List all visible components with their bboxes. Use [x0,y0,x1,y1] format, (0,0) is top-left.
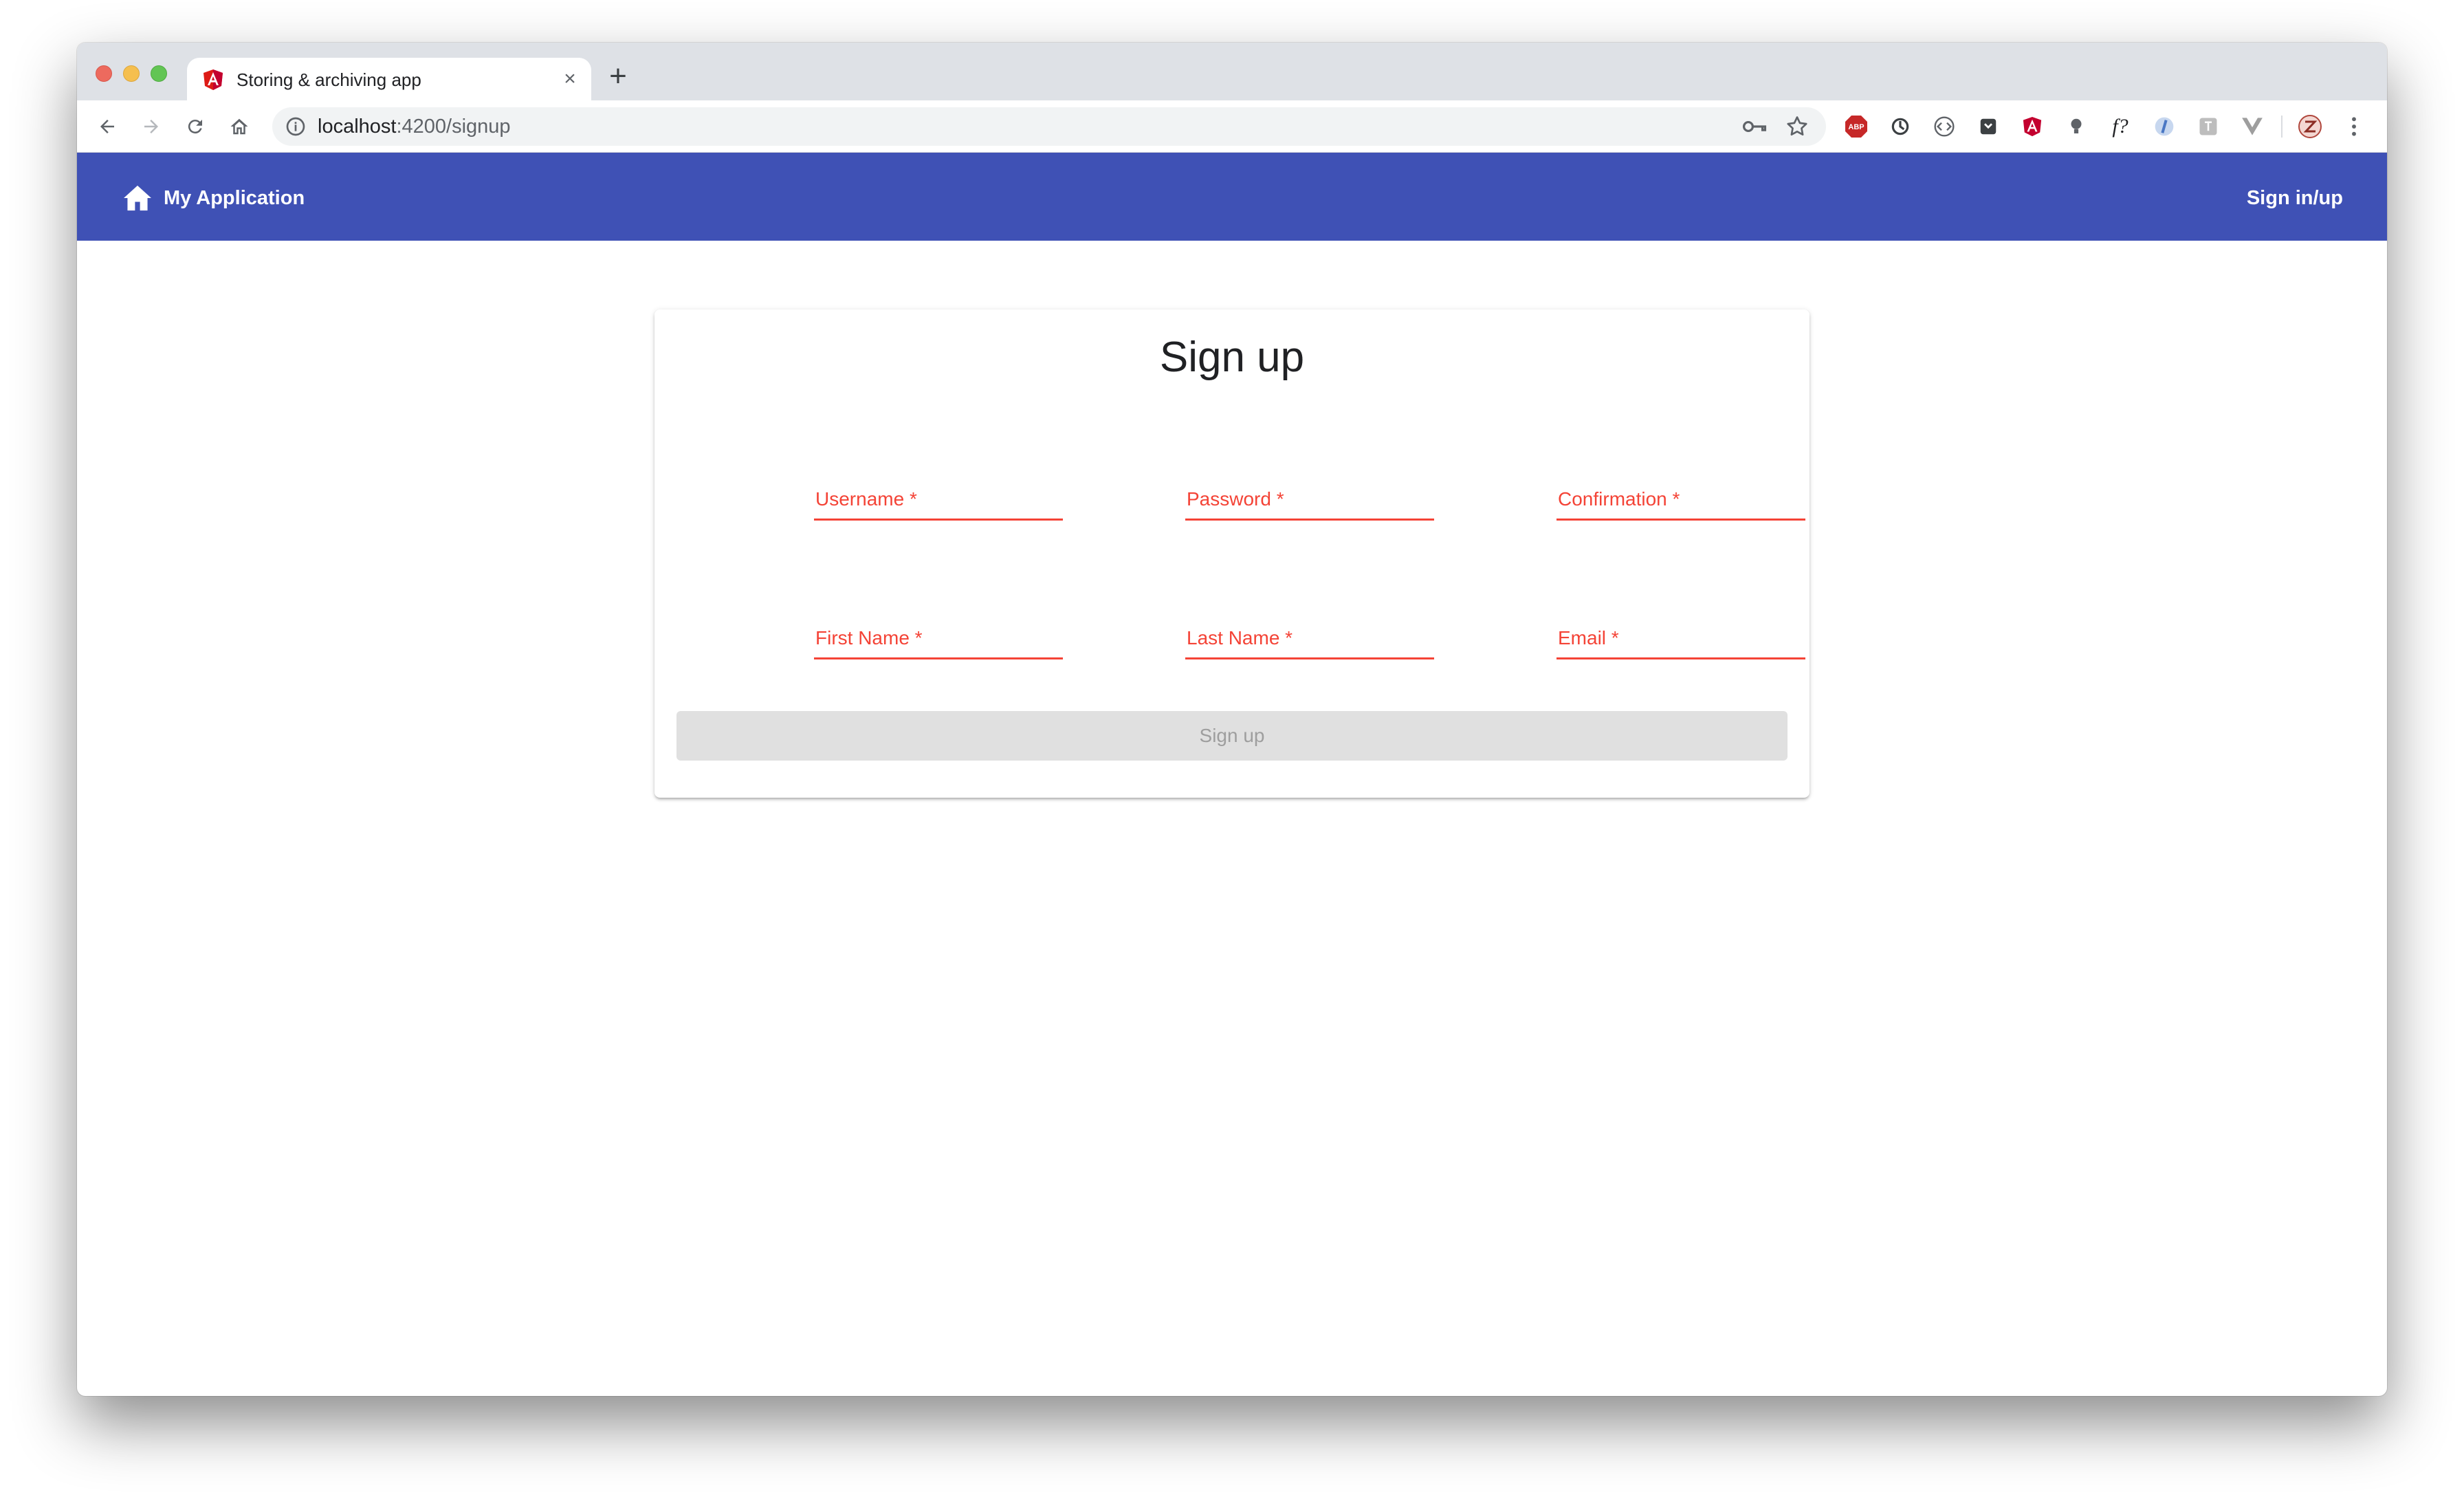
confirmation-underline [1556,519,1805,521]
lightbulb-extension-icon[interactable] [2064,114,2089,139]
url-host: localhost [318,116,397,138]
back-arrow-icon [100,120,114,133]
new-tab-button[interactable]: + [601,59,635,94]
translate-icon [2199,118,2217,135]
first-name-underline [814,657,1063,659]
last-name-field[interactable]: Last Name * [1185,626,1434,667]
lightbulb-icon [2071,118,2082,133]
browser-tab[interactable]: Storing & archiving app × [187,58,591,102]
password-field[interactable]: Password * [1185,487,1434,528]
avatar-icon [2298,115,2322,138]
close-tab-icon[interactable]: × [558,67,582,91]
browser-window: Storing & archiving app × + localhost:42… [77,43,2387,1396]
profile-avatar-icon[interactable] [2298,114,2322,139]
reload-icon [188,120,202,134]
pocket-icon [1980,118,1996,135]
back-button[interactable] [91,110,124,143]
browser-toolbar: localhost:4200/signup ABP f? [77,100,2387,153]
password-underline [1185,519,1434,521]
sign-up-button[interactable]: Sign up [676,711,1788,761]
email-field[interactable]: Email * [1556,626,1805,667]
tab-title: Storing & archiving app [236,69,421,90]
confirmation-label: Confirmation * [1558,488,1680,510]
tab-strip: Storing & archiving app × + [77,43,2387,102]
email-label: Email * [1558,627,1619,648]
home-icon[interactable] [122,184,153,212]
last-name-underline [1185,657,1434,659]
url-path: :4200/signup [396,116,511,138]
username-underline [814,519,1063,521]
vue-extension-icon[interactable] [2240,114,2265,139]
angular-small-icon [2023,116,2042,137]
last-name-label: Last Name * [1187,627,1293,648]
maximize-window-button[interactable] [151,65,167,82]
forward-arrow-icon [144,120,158,133]
confirmation-field[interactable]: Confirmation * [1556,487,1805,528]
adblock-shape: ABP [1845,116,1867,138]
sign-in-up-link[interactable]: Sign in/up [2247,186,2343,210]
browser-menu-icon[interactable] [2342,114,2366,139]
home-outline-icon [230,118,248,135]
adblock-icon[interactable]: ABP [1844,114,1869,139]
code-icon [1934,116,1955,137]
globe-icon [2155,117,2174,136]
info-icon[interactable] [285,116,307,138]
page-title: Sign up [1159,334,1305,381]
app-toolbar: My Application Sign in/up [77,153,2387,241]
sync-icon [1891,118,1909,135]
url-text[interactable]: localhost:4200/signup [318,116,511,138]
blue-extension-icon[interactable] [2152,114,2177,139]
first-name-label: First Name * [815,627,923,648]
angular-devtools-icon[interactable] [2020,114,2045,139]
app-title[interactable]: My Application [164,186,305,210]
first-name-field[interactable]: First Name * [814,626,1063,667]
close-window-button[interactable] [96,65,112,82]
toolbar-divider [2281,116,2282,138]
sync-extension-icon[interactable] [1888,114,1913,139]
bookmark-star-icon[interactable] [1785,114,1810,139]
username-label: Username * [815,488,917,510]
address-bar[interactable]: localhost:4200/signup [272,107,1826,146]
translate-extension-icon[interactable] [2196,114,2221,139]
reload-button[interactable] [179,110,212,143]
code-extension-icon[interactable] [1932,114,1957,139]
home-button[interactable] [223,110,256,143]
minimize-window-button[interactable] [123,65,140,82]
angular-icon [204,69,223,90]
username-field[interactable]: Username * [814,487,1063,528]
email-underline [1556,657,1805,659]
vue-icon [2242,118,2263,135]
kebab-menu-icon [2352,117,2356,136]
forward-button[interactable] [135,110,168,143]
font-inspector-icon[interactable]: f? [2108,114,2133,139]
adblock-label: ABP [1848,123,1864,131]
signup-card: Sign up Username * Password * Confirmati… [654,309,1810,798]
pocket-extension-icon[interactable] [1976,114,2001,139]
password-label: Password * [1187,488,1284,510]
key-icon[interactable] [1742,116,1767,138]
